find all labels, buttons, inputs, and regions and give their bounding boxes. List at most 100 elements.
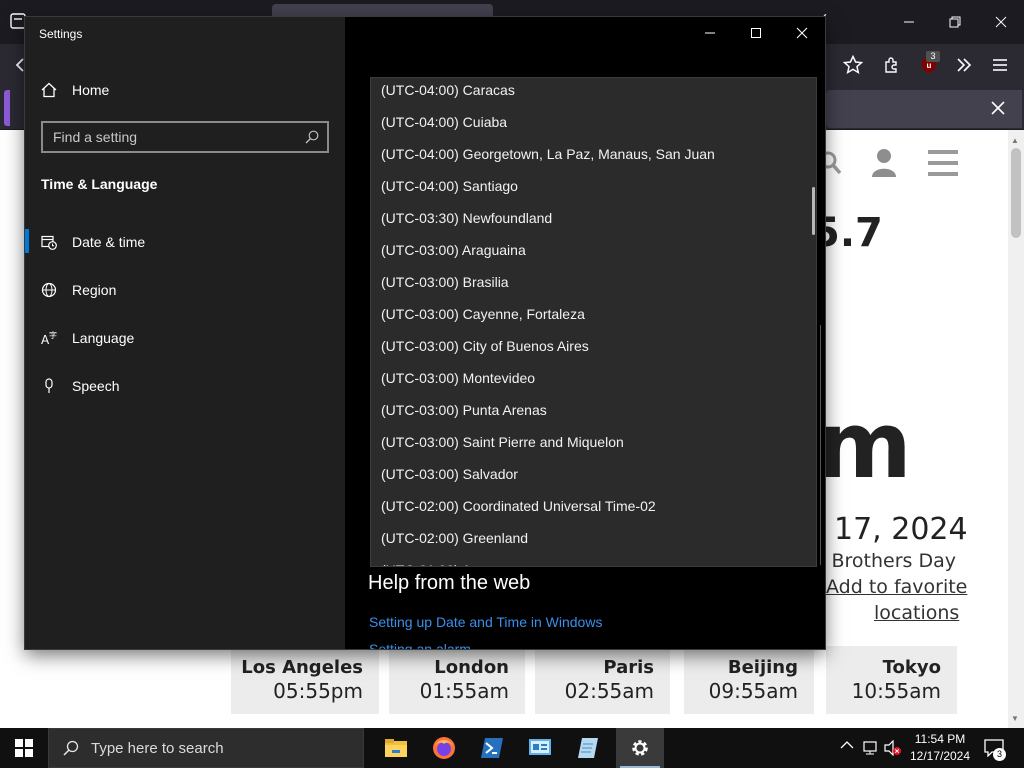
timezone-option[interactable]: (UTC-03:00) Montevideo <box>371 362 803 394</box>
calendar-clock-icon <box>25 234 71 250</box>
help-heading: Help from the web <box>368 572 531 594</box>
language-icon: A字 <box>25 330 71 346</box>
city-card[interactable]: Tokyo 10:55am <box>826 646 957 714</box>
timezone-list-scrollbar-thumb[interactable] <box>812 187 815 235</box>
timezone-option[interactable]: (UTC-02:00) Coordinated Universal Time-0… <box>371 490 803 522</box>
scroll-up-icon[interactable]: ▲ <box>1011 136 1019 145</box>
site-menu-icon[interactable] <box>928 150 958 176</box>
city-time: 02:55am <box>564 679 654 703</box>
timezone-option[interactable]: (UTC-03:00) Punta Arenas <box>371 394 803 426</box>
timezone-option[interactable]: (UTC-01:00) Azores <box>371 554 803 566</box>
city-time: 10:55am <box>851 679 941 703</box>
nav-home-label: Home <box>72 82 110 98</box>
nav-region[interactable]: Region <box>25 270 345 310</box>
city-name: Beijing <box>727 657 798 678</box>
help-link-alarm[interactable]: Setting an alarm <box>369 641 471 649</box>
timezone-option[interactable]: (UTC-04:00) Santiago <box>371 170 803 202</box>
start-button[interactable] <box>0 728 48 768</box>
locations-link[interactable]: locations <box>874 602 959 624</box>
clock-date: 12/17/2024 <box>909 749 971 763</box>
nav-home[interactable]: Home <box>25 70 345 110</box>
extensions-icon[interactable] <box>876 49 908 81</box>
site-date: 17, 2024 <box>834 512 968 547</box>
svg-text:u: u <box>927 61 932 70</box>
control-panel-icon <box>529 739 551 755</box>
find-setting-search[interactable] <box>41 121 329 153</box>
notification-count-badge: 3 <box>993 748 1006 761</box>
scroll-down-icon[interactable]: ▼ <box>1011 714 1019 723</box>
menu-icon[interactable] <box>984 49 1016 81</box>
taskbar-search-placeholder: Type here to search <box>91 739 224 757</box>
add-to-favorite-link[interactable]: Add to favorite <box>826 576 967 598</box>
firefox-icon <box>433 737 455 759</box>
powershell-app[interactable] <box>468 728 516 768</box>
help-link-date-time[interactable]: Setting up Date and Time in Windows <box>369 614 602 630</box>
browser-restore-button[interactable] <box>932 0 978 44</box>
bookmark-star-icon[interactable] <box>837 49 869 81</box>
city-name: Tokyo <box>882 657 941 678</box>
city-card[interactable]: Beijing 09:55am <box>684 646 814 714</box>
settings-minimize-button[interactable] <box>687 17 733 49</box>
network-icon[interactable] <box>862 740 880 756</box>
nav-date-time[interactable]: Date & time <box>25 222 345 262</box>
nav-speech[interactable]: Speech <box>25 366 345 406</box>
city-card[interactable]: Paris 02:55am <box>535 646 670 714</box>
nav-language[interactable]: A字 Language <box>25 318 345 358</box>
globe-icon <box>25 282 71 298</box>
timezone-option[interactable]: (UTC-03:00) City of Buenos Aires <box>371 330 803 362</box>
city-card[interactable]: London 01:55am <box>389 646 525 714</box>
timezone-option[interactable]: (UTC-03:00) Brasilia <box>371 266 803 298</box>
timezone-option[interactable]: (UTC-03:30) Newfoundland <box>371 202 803 234</box>
control-panel-app[interactable] <box>516 728 564 768</box>
timezone-option[interactable]: (UTC-04:00) Cuiaba <box>371 106 803 138</box>
settings-maximize-button[interactable] <box>733 17 779 49</box>
browser-minimize-button[interactable] <box>886 0 932 44</box>
more-tools-icon[interactable] <box>948 49 980 81</box>
tab-list-icon[interactable] <box>10 12 26 30</box>
timezone-option[interactable]: (UTC-03:00) Salvador <box>371 458 803 490</box>
timezone-option[interactable]: (UTC-02:00) Greenland <box>371 522 803 554</box>
close-notification-icon[interactable] <box>990 100 1006 116</box>
nav-speech-label: Speech <box>72 378 120 394</box>
notepad-app[interactable] <box>564 728 612 768</box>
firefox-app[interactable] <box>420 728 468 768</box>
powershell-icon <box>481 738 503 758</box>
city-name: London <box>434 657 509 678</box>
section-heading: Time & Language <box>41 176 158 192</box>
city-name: Paris <box>603 657 654 678</box>
notepad-icon <box>578 738 598 758</box>
windows-logo-icon <box>15 739 33 757</box>
timezone-option[interactable]: (UTC-03:00) Saint Pierre and Miquelon <box>371 426 803 458</box>
volume-muted-icon[interactable] <box>884 740 902 756</box>
search-icon[interactable] <box>305 130 319 144</box>
page-scrollbar-thumb[interactable] <box>1011 148 1021 238</box>
clock-time: 11:54 PM <box>914 732 966 746</box>
gear-icon <box>632 740 648 756</box>
nav-language-label: Language <box>72 330 135 346</box>
settings-app[interactable] <box>616 728 664 768</box>
city-card[interactable]: Los Angeles 05:55pm <box>231 646 379 714</box>
notification-accent <box>4 90 10 126</box>
clock[interactable]: 11:54 PM 12/17/2024 <box>906 731 974 765</box>
timezone-option[interactable]: (UTC-04:00) Georgetown, La Paz, Manaus, … <box>371 138 803 170</box>
timezone-option[interactable]: (UTC-04:00) Caracas <box>371 78 803 106</box>
svg-text:字: 字 <box>49 330 57 340</box>
nav-date-time-label: Date & time <box>72 234 146 250</box>
file-explorer-app[interactable] <box>372 728 420 768</box>
site-account-icon[interactable] <box>870 147 898 177</box>
taskbar-search-box[interactable]: Type here to search <box>48 728 364 768</box>
show-hidden-icons[interactable] <box>840 740 854 750</box>
timezone-dropdown-list[interactable]: (UTC-04:00) Caracas (UTC-04:00) Cuiaba (… <box>370 77 817 567</box>
city-name: Los Angeles <box>241 657 363 678</box>
timezone-option[interactable]: (UTC-03:00) Araguaina <box>371 234 803 266</box>
search-input[interactable] <box>53 129 293 145</box>
settings-close-button[interactable] <box>779 17 825 49</box>
content-scrollbar-track[interactable] <box>820 325 821 565</box>
city-time: 01:55am <box>419 679 509 703</box>
timezone-option[interactable]: (UTC-03:00) Cayenne, Fortaleza <box>371 298 803 330</box>
nav-region-label: Region <box>72 282 117 298</box>
browser-close-button[interactable] <box>978 0 1024 44</box>
settings-window: Settings Home Time & Language Date & tim… <box>25 17 825 649</box>
taskbar-search-icon <box>63 740 79 756</box>
home-icon <box>25 82 71 98</box>
